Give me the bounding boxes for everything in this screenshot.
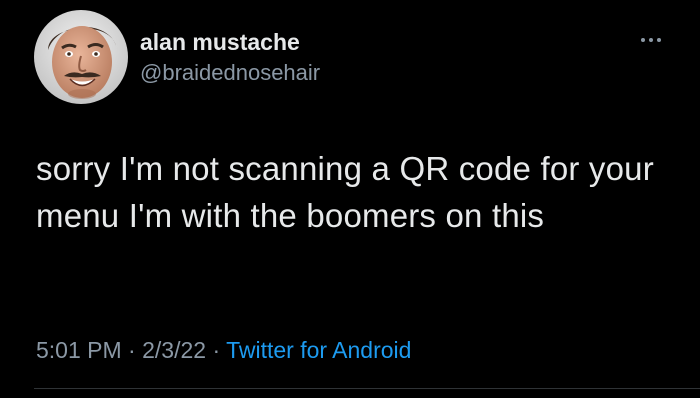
tweet-time[interactable]: 5:01 PM — [36, 337, 122, 363]
tweet-text: sorry I'm not scanning a QR code for you… — [36, 150, 654, 234]
dot — [649, 38, 653, 42]
display-name[interactable]: alan mustache — [140, 28, 300, 56]
profile-photo-icon — [34, 10, 128, 104]
dot — [641, 38, 645, 42]
more-horizontal-icon — [641, 38, 661, 42]
more-options-button[interactable] — [636, 30, 666, 50]
meta-separator: · — [206, 337, 227, 363]
user-handle[interactable]: @braidednosehair — [140, 60, 320, 86]
avatar[interactable] — [34, 10, 128, 104]
tweet-card: alan mustache @braidednosehair sorry I'm… — [0, 0, 700, 398]
tweet-date[interactable]: 2/3/22 — [142, 337, 206, 363]
meta-separator: · — [121, 337, 143, 363]
divider — [34, 388, 700, 389]
dot — [657, 38, 661, 42]
tweet-source-link[interactable]: Twitter for Android — [226, 337, 411, 363]
tweet-meta: 5:01 PM · 2/3/22 · Twitter for Android — [36, 336, 411, 364]
